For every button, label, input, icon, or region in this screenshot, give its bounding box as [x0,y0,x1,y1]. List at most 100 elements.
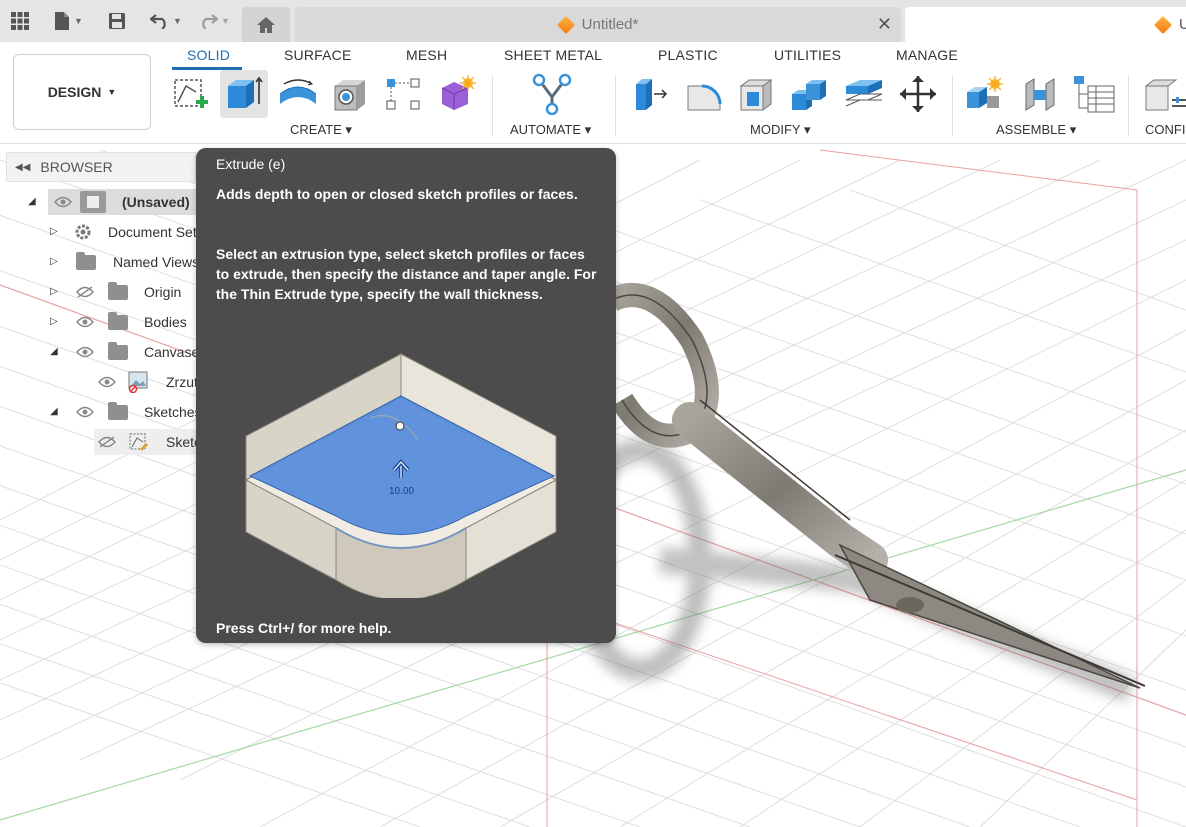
press-pull-icon [636,79,668,110]
tab-manage[interactable]: MANAGE [896,47,958,63]
browser-item-named-views[interactable]: Named Views [113,249,199,275]
browser-item-canvas-image[interactable]: Zrzut [166,369,198,395]
joint-button[interactable] [1018,72,1062,116]
separator [615,76,616,136]
tab-sheet-metal[interactable]: SHEET METAL [504,47,602,63]
revolve-button[interactable] [276,72,320,116]
eye-icon[interactable] [76,406,94,418]
extrude-tooltip: Extrude (e) Adds depth to open or closed… [196,148,616,643]
gear-icon [75,224,91,240]
create-form-icon [441,75,476,110]
expanded-triangle-icon[interactable]: ◢ [28,196,36,207]
workspace-design-button[interactable]: DESIGN ▼ [13,54,151,130]
automate-group-label[interactable]: AUTOMATE ▾ [510,122,591,138]
folder-icon [108,282,128,300]
browser-item-canvases[interactable]: Canvase [144,339,199,365]
separator [952,76,953,136]
chevron-down-icon: ▼ [173,16,182,26]
component-icon [80,191,106,213]
title-bar: ▼ ▼ ▼ Untitled* ✕ U [0,0,1186,42]
configure-button[interactable] [1142,72,1186,116]
document-cube-icon [556,15,575,34]
browser-item-sketches[interactable]: Sketches [144,399,202,425]
home-icon [257,16,275,33]
document-tab-title: Untitled* [581,16,639,33]
create-sketch-button[interactable] [168,72,212,116]
combine-button[interactable] [788,72,832,116]
automate-button[interactable] [530,72,574,116]
browser-item-origin[interactable]: Origin [144,279,181,305]
tab-solid[interactable]: SOLID [187,47,230,63]
bom-table-icon [1074,76,1115,113]
tab-surface[interactable]: SURFACE [284,47,352,63]
document-tab-untitled[interactable]: Untitled* ✕ [295,7,901,42]
folder-icon [108,312,128,330]
offset-face-button[interactable] [842,72,886,116]
tooltip-title: Extrude (e) [216,156,286,172]
browser-item-root[interactable]: (Unsaved) [122,189,190,215]
eye-icon[interactable] [76,346,94,358]
close-icon[interactable]: ✕ [877,14,892,35]
new-component-button[interactable] [963,72,1007,116]
collapsed-triangle-icon[interactable]: ▷ [50,286,58,297]
create-group-label[interactable]: CREATE ▾ [290,122,352,138]
tab-utilities[interactable]: UTILITIES [774,47,841,63]
bill-of-materials-button[interactable] [1072,72,1116,116]
file-menu-icon[interactable]: ▼ [50,9,86,33]
collapsed-triangle-icon[interactable]: ▷ [50,226,58,237]
browser-item-document-settings[interactable]: Document Sett [108,219,201,245]
eye-icon[interactable] [98,376,116,388]
browser-title: BROWSER [40,159,113,175]
shell-button[interactable] [735,72,779,116]
chevron-down-icon: ▼ [74,16,83,26]
shell-icon [739,79,773,111]
collapse-browser-icon[interactable]: ◀◀ [15,162,30,173]
document-cube-icon [1153,15,1173,34]
create-form-button[interactable] [434,72,478,116]
extrude-icon [228,76,263,108]
eye-icon[interactable] [54,196,72,208]
assemble-group-label[interactable]: ASSEMBLE ▾ [996,122,1076,138]
fillet-icon [687,84,722,111]
canvas-image-icon [128,371,148,393]
collapsed-triangle-icon[interactable]: ▷ [50,256,58,267]
tab-mesh[interactable]: MESH [406,47,447,63]
tab-plastic[interactable]: PLASTIC [658,47,718,63]
expanded-triangle-icon[interactable]: ◢ [50,346,58,357]
hole-button[interactable] [329,72,373,116]
folder-icon [76,252,96,270]
eye-icon[interactable] [76,316,94,328]
configure-icon [1144,79,1186,111]
design-label: DESIGN [47,84,102,100]
app-grid-icon[interactable] [8,9,32,33]
eye-hidden-icon[interactable] [76,286,94,298]
move-copy-button[interactable] [896,72,940,116]
document-tab-active[interactable]: U [905,7,1186,42]
browser-panel-header[interactable]: ◀◀ BROWSER [6,152,196,182]
folder-icon [108,342,128,360]
modify-group-label[interactable]: MODIFY ▾ [750,122,810,138]
expanded-triangle-icon[interactable]: ◢ [50,406,58,417]
browser-item-bodies[interactable]: Bodies [144,309,187,335]
pattern-button[interactable] [381,72,425,116]
collapsed-triangle-icon[interactable]: ▷ [50,316,58,327]
fillet-button[interactable] [682,72,726,116]
automate-icon [532,73,572,115]
joint-icon [1025,78,1055,111]
extrude-distance-value: 10.00 [389,486,414,497]
canvas-border-top [819,149,1138,191]
hole-icon [334,80,365,111]
chevron-down-icon: ▼ [221,16,230,26]
undo-icon[interactable]: ▼ [146,9,186,33]
configure-group-label[interactable]: CONFI [1145,122,1185,137]
press-pull-button[interactable] [628,72,672,116]
extrude-button[interactable] [220,70,268,118]
redo-icon[interactable]: ▼ [194,9,234,33]
folder-icon [108,402,128,420]
ribbon-toolbar: DESIGN ▼ SOLID SURFACE MESH SHEET METAL … [0,42,1186,144]
move-icon [900,76,936,112]
separator [492,76,493,136]
eye-hidden-icon[interactable] [98,436,116,448]
home-tab[interactable] [242,7,290,42]
save-icon[interactable] [105,9,129,33]
